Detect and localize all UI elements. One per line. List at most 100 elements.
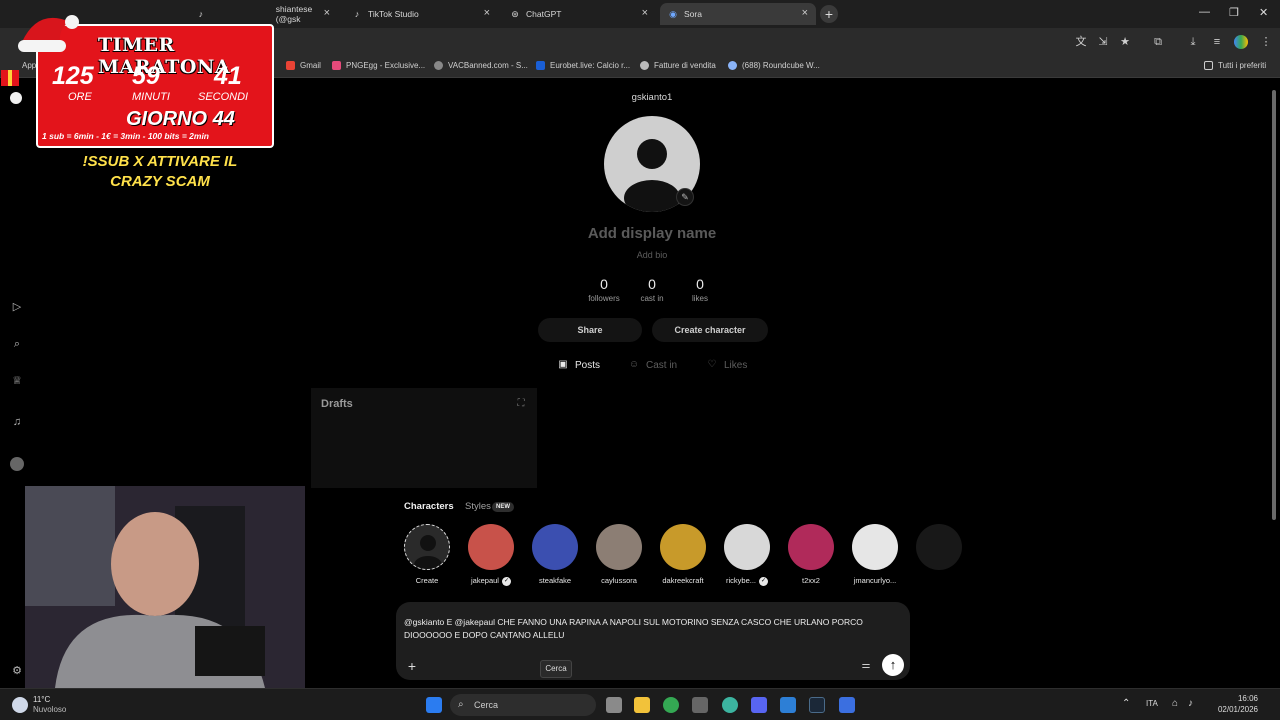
bookmark-item[interactable]: Gmail (286, 61, 321, 70)
steam-icon[interactable] (809, 697, 825, 713)
character-item[interactable]: rickybe... ✓ (715, 524, 779, 586)
language-indicator[interactable]: ITA (1146, 699, 1158, 708)
file-explorer-icon[interactable] (634, 697, 650, 713)
edit-avatar-icon[interactable]: ✎ (676, 188, 694, 206)
app-icon[interactable] (780, 697, 796, 713)
profile-avatar-icon[interactable] (1234, 35, 1248, 49)
install-app-icon[interactable]: ⇲ (1096, 35, 1110, 49)
santa-hat-icon (18, 15, 79, 52)
tiktok-icon: ♪ (198, 9, 204, 19)
character-item[interactable]: steakfake (523, 524, 587, 585)
tab-posts[interactable]: ▣ Posts (557, 359, 600, 371)
minimize-icon[interactable]: — (1199, 6, 1210, 18)
character-item-partial[interactable] (907, 524, 971, 570)
trophy-icon[interactable]: ♕ (10, 374, 24, 388)
tiktok-icon: ♪ (354, 9, 360, 19)
globe-icon (434, 61, 443, 70)
create-character-button[interactable]: Create character (652, 318, 768, 342)
search-icon[interactable]: ⌕ (10, 337, 24, 351)
bookmark-item[interactable]: Eurobet.live: Calcio r... (536, 61, 630, 70)
tab-characters[interactable]: Characters (404, 501, 454, 512)
character-item[interactable]: t2xx2 (779, 524, 843, 585)
bell-icon[interactable]: ♫ (10, 415, 24, 429)
tab-sora[interactable]: ◉ Sora × (660, 3, 816, 25)
expand-icon[interactable]: ⛶ (515, 398, 527, 410)
stat-likes[interactable]: 0 likes (670, 276, 730, 303)
close-tab-icon[interactable]: × (642, 7, 648, 19)
close-tab-icon[interactable]: × (324, 7, 330, 19)
character-item[interactable]: dakreekcraft (651, 524, 715, 585)
scrollbar[interactable] (1270, 82, 1278, 682)
taskbar-search[interactable]: ⌕ Cerca (450, 694, 596, 716)
tab-chatgpt[interactable]: ⊛ ChatGPT × (502, 3, 656, 25)
bookmarks-folder[interactable]: Tutti i preferiti (1204, 61, 1266, 70)
tab-label: TikTok Studio (368, 9, 419, 19)
edge-icon[interactable] (722, 697, 738, 713)
play-icon[interactable]: ▷ (10, 300, 24, 314)
chevron-up-icon[interactable]: ⌃ (1122, 698, 1130, 709)
timer-seconds: 41 (214, 62, 242, 90)
sora-icon: ◉ (669, 8, 677, 19)
extensions-icon[interactable]: ⧉ (1151, 35, 1165, 49)
add-attachment-button[interactable]: + (404, 658, 420, 674)
timer-minutes: 59 (132, 62, 160, 90)
menu-icon[interactable]: ⋮ (1259, 35, 1273, 49)
tab-likes[interactable]: ♡ Likes (706, 359, 748, 371)
arrow-up-icon: ↑ (889, 657, 897, 672)
obs-icon[interactable] (692, 697, 708, 713)
close-tab-icon[interactable]: × (802, 7, 808, 19)
bookmark-item[interactable]: (688) Roundcube W... (728, 61, 820, 70)
windows-start-icon[interactable] (426, 697, 442, 713)
tab-tiktok-profile[interactable]: ♪ shiantese (@gsk × (188, 3, 338, 25)
tab-tiktok-studio[interactable]: ♪ TikTok Studio × (344, 3, 498, 25)
clock-time[interactable]: 16:06 (1208, 694, 1258, 703)
volume-icon[interactable]: ♪ (1188, 698, 1193, 709)
close-tab-icon[interactable]: × (484, 7, 490, 19)
drafts-panel[interactable]: Drafts ⛶ (311, 388, 537, 488)
tab-styles[interactable]: Styles (465, 501, 491, 512)
task-view-icon[interactable] (606, 697, 622, 713)
settings-icon[interactable]: ⚙ (10, 664, 24, 678)
verified-icon: ✓ (759, 576, 768, 586)
discord-icon[interactable] (751, 697, 767, 713)
bookmark-apps[interactable]: App (22, 61, 36, 70)
bookmark-star-icon[interactable]: ★ (1118, 35, 1132, 49)
tooltip: Cerca (540, 660, 572, 678)
prompt-input[interactable]: @gskianto E @jakepaul CHE FANNO UNA RAPI… (404, 616, 894, 642)
timer-hours: 125 (52, 62, 94, 90)
restore-icon[interactable]: ❐ (1229, 6, 1239, 19)
new-tab-button[interactable]: + (820, 5, 838, 23)
globe-icon (640, 61, 649, 70)
bookmark-item[interactable]: VACBanned.com - S... (434, 61, 528, 70)
folder-icon (1204, 61, 1213, 70)
settings-sliders-button[interactable]: ⚌ (858, 658, 874, 674)
chrome-icon[interactable] (663, 697, 679, 713)
character-avatar (916, 524, 962, 570)
close-window-icon[interactable]: ✕ (1259, 6, 1268, 19)
translate-icon[interactable]: 文 (1074, 35, 1088, 49)
bio-placeholder[interactable]: Add bio (600, 250, 704, 260)
tab-cast-in[interactable]: ☺ Cast in (628, 359, 677, 371)
character-item[interactable]: jmancurlyo... (843, 524, 907, 585)
display-name-placeholder[interactable]: Add display name (560, 225, 744, 242)
weather-temperature[interactable]: 11°C (33, 695, 50, 704)
new-badge: NEW (492, 502, 514, 512)
bookmark-item[interactable]: PNGEgg - Exclusive... (332, 61, 425, 70)
create-character-icon (404, 524, 450, 570)
send-button[interactable]: ↑ (882, 654, 904, 676)
clock-date[interactable]: 02/01/2026 (1200, 705, 1258, 714)
profile-avatar-icon[interactable] (10, 457, 24, 471)
character-create[interactable]: Create (395, 524, 459, 585)
network-icon[interactable]: ⌂ (1172, 698, 1178, 709)
character-item[interactable]: caylussora (587, 524, 651, 585)
app-icon[interactable] (839, 697, 855, 713)
download-icon[interactable]: ⤓ (1186, 35, 1200, 49)
prompt-box[interactable]: @gskianto E @jakepaul CHE FANNO UNA RAPI… (396, 602, 910, 680)
weather-icon[interactable] (12, 697, 28, 713)
timer-day: GIORNO 44 (126, 108, 235, 130)
character-item[interactable]: jakepaul ✓ (459, 524, 523, 586)
bookmark-item[interactable]: Fatture di vendita (640, 61, 716, 70)
share-button[interactable]: Share (538, 318, 642, 342)
reading-list-icon[interactable]: ≡ (1210, 35, 1224, 49)
weather-description[interactable]: Nuvoloso (33, 705, 66, 714)
